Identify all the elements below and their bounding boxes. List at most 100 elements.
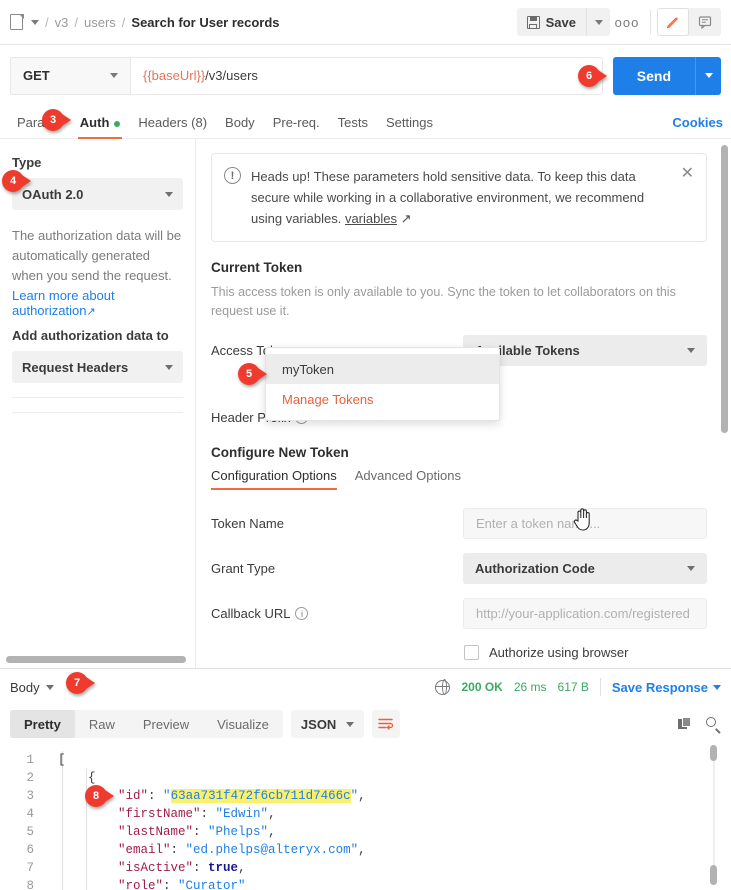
token-name-input[interactable]: Enter a token name... <box>463 508 707 539</box>
configure-token-title: Configure New Token <box>211 445 349 460</box>
grant-type-select[interactable]: Authorization Code <box>463 553 707 584</box>
tab-prereq[interactable]: Pre-req. <box>264 115 329 138</box>
chevron-down-icon <box>687 348 695 353</box>
dropdown-item-mytoken[interactable]: myToken <box>266 354 499 384</box>
token-name-label: Token Name <box>211 516 284 531</box>
tab-visualize[interactable]: Visualize <box>203 710 283 738</box>
learn-more-link[interactable]: Learn more about authorization↗ <box>12 288 183 318</box>
save-button[interactable]: Save <box>516 8 586 36</box>
authorize-browser-checkbox[interactable] <box>464 645 479 660</box>
postman-request-window: / v3 / users / Search for User records S… <box>0 0 731 890</box>
send-button[interactable]: Send <box>612 56 695 95</box>
view-toggle-group <box>657 8 721 36</box>
close-icon[interactable]: ✕ <box>681 166 694 229</box>
globe-icon[interactable] <box>435 679 451 696</box>
authorize-browser-row: Authorize using browser <box>211 645 707 660</box>
add-auth-data-select[interactable]: Request Headers <box>12 351 183 383</box>
save-response-button[interactable]: Save Response <box>612 680 721 695</box>
line-number: 1 <box>26 753 34 767</box>
add-auth-data-label: Add authorization data to <box>12 328 169 343</box>
tab-auth-label: Auth <box>79 115 110 130</box>
callback-url-text: Callback URL <box>211 606 291 621</box>
toolbar-divider <box>650 10 651 34</box>
tab-pretty[interactable]: Pretty <box>10 710 75 738</box>
response-header: Body 200 OK 26 ms 617 B Save Response <box>0 669 731 705</box>
code-vertical-scrollbar-top[interactable] <box>710 745 717 761</box>
wrap-lines-button[interactable] <box>372 710 401 738</box>
url-variable: {{baseUrl}} <box>143 68 206 83</box>
http-method-value: GET <box>23 68 50 83</box>
auth-left-column: Type OAuth 2.0 The authorization data wi… <box>0 139 196 668</box>
code-line: { <box>58 771 96 785</box>
grant-type-row: Grant Type Authorization Code <box>211 553 707 584</box>
code-line: "email": "ed.phelps@alteryx.com", <box>118 843 366 857</box>
variables-link[interactable]: variables <box>345 211 397 226</box>
chevron-down-icon <box>45 684 54 690</box>
code-vertical-scrollbar-bottom[interactable] <box>710 865 717 885</box>
url-input[interactable]: {{baseUrl}}/v3/users <box>130 56 603 95</box>
more-options-button[interactable]: ooo <box>610 8 644 36</box>
copy-icon[interactable] <box>678 717 692 731</box>
info-icon[interactable]: i <box>295 607 309 620</box>
floppy-disk-icon <box>526 15 540 29</box>
tab-settings-label: Settings <box>386 115 433 130</box>
line-number: 4 <box>26 807 34 821</box>
chevron-down-icon <box>704 73 713 78</box>
tab-raw[interactable]: Raw <box>75 710 129 738</box>
tab-settings[interactable]: Settings <box>377 115 442 138</box>
tab-tests[interactable]: Tests <box>329 115 377 138</box>
request-tabs: Params Auth Headers (8) Body Pre-req. Te… <box>0 106 731 139</box>
tab-body-label: Body <box>225 115 255 130</box>
cookies-link[interactable]: Cookies <box>672 115 723 138</box>
auth-type-value: OAuth 2.0 <box>22 186 84 202</box>
response-time: 26 ms <box>513 680 547 694</box>
breadcrumb-users[interactable]: users <box>84 15 116 30</box>
callback-url-input[interactable]: http://your-application.com/registered <box>463 598 707 629</box>
tab-advanced-options[interactable]: Advanced Options <box>355 468 461 490</box>
save-dropdown-button[interactable] <box>586 8 610 36</box>
line-number: 2 <box>26 771 34 785</box>
comment-button[interactable] <box>689 8 721 36</box>
tab-auth[interactable]: Auth <box>71 115 130 139</box>
top-bar: / v3 / users / Search for User records S… <box>0 0 731 45</box>
step-badge-5: 5 <box>238 363 267 385</box>
chevron-down-icon <box>165 191 173 197</box>
search-icon[interactable] <box>706 716 721 734</box>
external-link-icon: ↗ <box>400 211 412 226</box>
step-badge-7: 7 <box>66 672 95 694</box>
line-number: 5 <box>26 825 34 839</box>
token-name-row: Token Name Enter a token name... <box>211 508 707 539</box>
step-badge-8: 8 <box>85 785 114 807</box>
breadcrumb: / v3 / users / Search for User records <box>10 13 280 31</box>
tab-tests-label: Tests <box>337 115 368 130</box>
breadcrumb-separator-1: / <box>45 14 49 30</box>
code-line: [ <box>58 753 66 767</box>
url-path: /v3/users <box>205 68 258 83</box>
response-code-viewer[interactable]: 1 2 3 4 5 6 7 8 [ { "id": "63aa731f472f6… <box>0 743 731 890</box>
http-method-select[interactable]: GET <box>10 56 130 95</box>
tab-headers-label: Headers (8) <box>138 115 208 130</box>
alert-text: Heads up! These parameters hold sensitiv… <box>251 166 665 229</box>
step-badge-4: 4 <box>2 170 31 192</box>
code-lines: [ { "id": "63aa731f472f6cb711d7466c", "f… <box>58 743 366 890</box>
alert-exclamation-icon: ! <box>224 167 241 184</box>
comment-icon <box>698 16 712 29</box>
response-format-select[interactable]: JSON <box>290 710 365 738</box>
send-dropdown-button[interactable] <box>695 56 721 95</box>
breadcrumb-v3[interactable]: v3 <box>55 15 69 30</box>
external-link-icon: ↗ <box>86 306 96 318</box>
auth-vertical-scrollbar[interactable] <box>721 145 728 433</box>
dropdown-item-manage-tokens[interactable]: Manage Tokens <box>266 384 499 414</box>
tab-body[interactable]: Body <box>216 115 264 138</box>
edit-pencil-button[interactable] <box>657 8 689 36</box>
left-horizontal-scrollbar[interactable] <box>6 656 186 663</box>
response-body-select[interactable]: Body <box>10 680 54 695</box>
auth-type-select[interactable]: OAuth 2.0 <box>12 178 183 210</box>
authorize-browser-label: Authorize using browser <box>489 645 629 660</box>
response-view-segmented: Pretty Raw Preview Visualize <box>10 710 283 738</box>
chevron-down-icon[interactable] <box>31 19 39 25</box>
tab-preview[interactable]: Preview <box>129 710 203 738</box>
tab-headers[interactable]: Headers (8) <box>129 115 216 138</box>
tab-configuration-options[interactable]: Configuration Options <box>211 468 337 490</box>
wrap-lines-icon <box>378 718 394 730</box>
